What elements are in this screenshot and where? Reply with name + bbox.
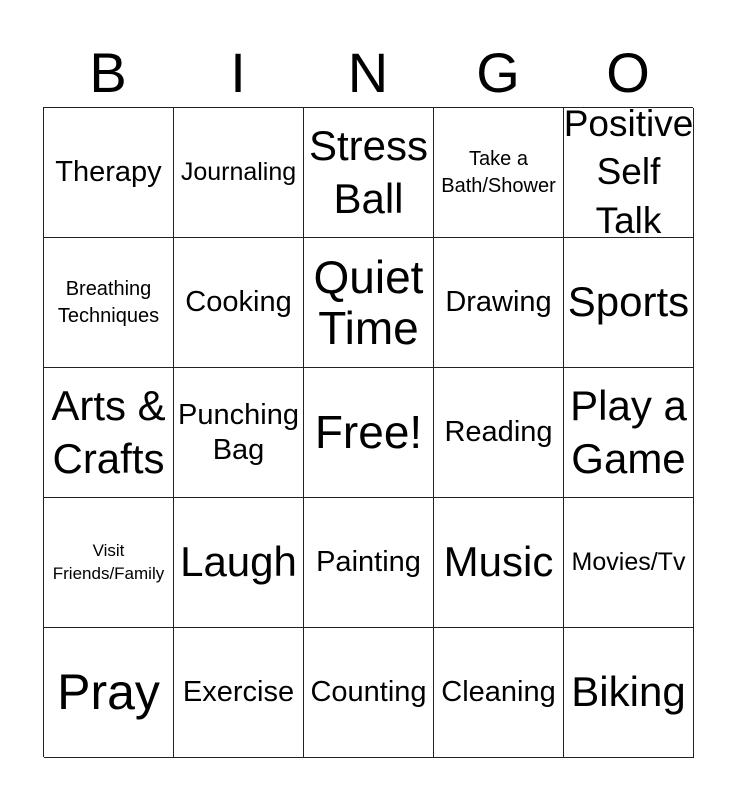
bingo-cell-text: Cleaning xyxy=(441,676,556,709)
bingo-header: B I N G O xyxy=(43,40,693,106)
bingo-cell[interactable]: Punching Bag xyxy=(174,368,304,498)
bingo-cell-text: Biking xyxy=(571,668,686,716)
bingo-cell[interactable]: Positive Self Talk xyxy=(564,108,694,238)
bingo-cell-text: Reading xyxy=(444,416,553,449)
bingo-cell-text: Visit Friends/Family xyxy=(52,541,165,583)
header-letter-i: I xyxy=(230,41,246,104)
bingo-cell[interactable]: Stress Ball xyxy=(304,108,434,238)
bingo-cell-text: Quiet Time xyxy=(313,250,424,354)
bingo-cell-text: Cooking xyxy=(185,286,292,319)
bingo-cell[interactable]: Arts & Crafts xyxy=(44,368,174,498)
bingo-cell[interactable]: Therapy xyxy=(44,108,174,238)
bingo-cell-text: Therapy xyxy=(55,156,162,189)
bingo-cell[interactable]: Reading xyxy=(434,368,564,498)
bingo-cell[interactable]: Laugh xyxy=(174,498,304,628)
bingo-cell[interactable]: Take a Bath/Shower xyxy=(434,108,564,238)
bingo-cell[interactable]: Biking xyxy=(564,628,694,758)
bingo-cell-text: Journaling xyxy=(180,157,297,186)
bingo-cell[interactable]: Free! xyxy=(304,368,434,498)
bingo-cell[interactable]: Painting xyxy=(304,498,434,628)
bingo-cell[interactable]: Drawing xyxy=(434,238,564,368)
bingo-cell-text: Arts & Crafts xyxy=(51,382,166,482)
bingo-cell-text: Sports xyxy=(567,278,690,326)
header-letter-g: G xyxy=(476,41,520,104)
bingo-cell[interactable]: Pray xyxy=(44,628,174,758)
bingo-cell-text: Painting xyxy=(316,546,421,579)
bingo-cell[interactable]: Breathing Techniques xyxy=(44,238,174,368)
bingo-grid: Therapy Journaling Stress Ball Take a Bath/… xyxy=(43,107,694,758)
bingo-cell[interactable]: Play a Game xyxy=(564,368,694,498)
bingo-cell-text: Free! xyxy=(314,406,423,459)
bingo-cell[interactable]: Cooking xyxy=(174,238,304,368)
bingo-cell-text: Pray xyxy=(57,664,160,720)
bingo-cell-text: Positive Self Talk xyxy=(564,108,694,238)
bingo-cell[interactable]: Cleaning xyxy=(434,628,564,758)
bingo-cell-text: Stress Ball xyxy=(308,122,429,222)
bingo-cell-text: Breathing Techniques xyxy=(57,277,160,327)
bingo-cell[interactable]: Visit Friends/Family xyxy=(44,498,174,628)
bingo-cell[interactable]: Counting xyxy=(304,628,434,758)
bingo-cell[interactable]: Movies/Tv xyxy=(564,498,694,628)
bingo-cell[interactable]: Quiet Time xyxy=(304,238,434,368)
bingo-cell-text: Laugh xyxy=(180,538,297,586)
bingo-cell-text: Counting xyxy=(310,676,427,709)
bingo-cell-text: Exercise xyxy=(182,676,295,709)
bingo-cell-text: Music xyxy=(443,538,554,586)
bingo-cell-text: Take a Bath/Shower xyxy=(441,147,556,197)
bingo-cell-text: Movies/Tv xyxy=(571,547,686,576)
bingo-cell-text: Drawing xyxy=(445,286,552,319)
bingo-cell[interactable]: Music xyxy=(434,498,564,628)
header-letter-b: B xyxy=(89,41,127,104)
bingo-cell[interactable]: Sports xyxy=(564,238,694,368)
header-letter-o: O xyxy=(606,41,650,104)
bingo-cell[interactable]: Journaling xyxy=(174,108,304,238)
bingo-cell[interactable]: Exercise xyxy=(174,628,304,758)
bingo-cell-text: Punching Bag xyxy=(178,398,299,466)
header-letter-n: N xyxy=(347,41,389,104)
bingo-cell-text: Play a Game xyxy=(570,382,687,482)
